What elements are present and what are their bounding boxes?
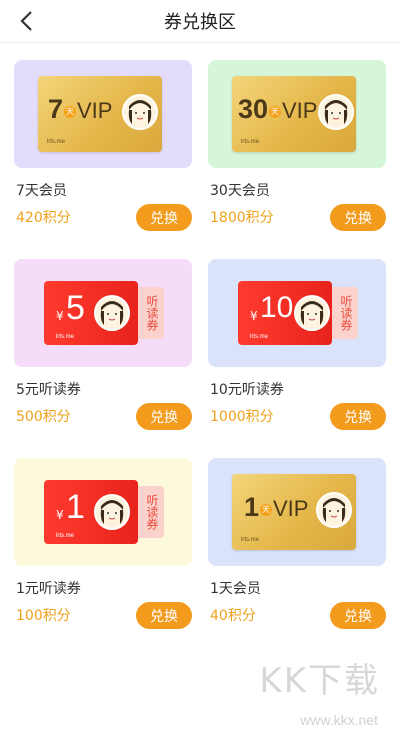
voucher-name: 30天会员 bbox=[210, 183, 270, 199]
voucher-name: 1元听读券 bbox=[16, 581, 81, 597]
vip-days-value: 7 bbox=[48, 94, 64, 124]
voucher-card-background: 听读券 ¥ 10 lrts.me bbox=[208, 259, 386, 367]
watermark-url: www.kkx.net bbox=[300, 712, 378, 728]
redeem-button[interactable]: 兑换 bbox=[136, 204, 192, 231]
avatar-icon bbox=[94, 494, 130, 530]
avatar-icon bbox=[122, 94, 158, 130]
vip-days-value: 30 bbox=[238, 94, 269, 124]
voucher-card[interactable]: 听读券 ¥ 5 lrts.me 5元听读券 500积分 兑换 bbox=[14, 259, 192, 430]
voucher-card[interactable]: 听读券 ¥ 1 lrts.me 1元听读券 100积分 兑换 bbox=[14, 458, 192, 629]
voucher-card-background: 听读券 ¥ 1 lrts.me bbox=[14, 458, 192, 566]
coupon-url-text: lrts.me bbox=[56, 334, 74, 340]
page-title: 券兑换区 bbox=[164, 12, 236, 33]
voucher-points: 420积分 bbox=[16, 210, 71, 226]
voucher-name: 7天会员 bbox=[16, 183, 67, 199]
avatar-icon bbox=[318, 94, 354, 130]
yen-symbol: ¥ bbox=[250, 309, 258, 323]
voucher-card[interactable]: 7 天 VIP lrts.me 7天会员 420积分 兑换 bbox=[14, 60, 192, 231]
coupon-image: 听读券 ¥ 5 lrts.me bbox=[44, 281, 166, 345]
tian-badge: 天 bbox=[64, 106, 76, 118]
coupon-body: ¥ 1 lrts.me bbox=[44, 480, 138, 544]
coupon-value: 10 bbox=[260, 291, 294, 324]
avatar-icon bbox=[316, 492, 352, 528]
coupon-image: 听读券 ¥ 10 lrts.me bbox=[238, 281, 360, 345]
vip-label: VIP bbox=[282, 98, 318, 123]
coupon-url-text: lrts.me bbox=[250, 334, 268, 340]
coupon-url-text: lrts.me bbox=[56, 533, 74, 539]
voucher-name: 5元听读券 bbox=[16, 382, 81, 398]
vip-url-text: lrts.me bbox=[47, 139, 65, 145]
voucher-points: 500积分 bbox=[16, 409, 71, 425]
avatar-icon bbox=[94, 295, 130, 331]
vip-label: VIP bbox=[77, 98, 113, 123]
voucher-card[interactable]: 1 天 VIP lrts.me 1天会员 40积分 兑换 bbox=[208, 458, 386, 629]
voucher-name: 1天会员 bbox=[210, 581, 261, 597]
vip-label: VIP bbox=[273, 496, 309, 521]
redeem-button[interactable]: 兑换 bbox=[330, 403, 386, 430]
vip-days-value: 1 bbox=[244, 492, 260, 522]
watermark-logo: KK下载 bbox=[259, 661, 380, 701]
coupon-value: 1 bbox=[66, 488, 85, 526]
voucher-points: 1000积分 bbox=[210, 409, 274, 425]
voucher-points: 100积分 bbox=[16, 608, 71, 624]
voucher-card-background: 听读券 ¥ 5 lrts.me bbox=[14, 259, 192, 367]
voucher-card[interactable]: 听读券 ¥ 10 lrts.me 10元听读券 1000积分 兑换 bbox=[208, 259, 386, 430]
redeem-button[interactable]: 兑换 bbox=[136, 602, 192, 629]
voucher-card-background: 30 天 VIP lrts.me bbox=[208, 60, 386, 168]
header-bar: 券兑换区 bbox=[0, 0, 400, 43]
coupon-body: ¥ 5 lrts.me bbox=[44, 281, 138, 345]
redeem-button[interactable]: 兑换 bbox=[136, 403, 192, 430]
vip-card-image: 7 天 VIP lrts.me bbox=[38, 76, 162, 152]
coupon-stub-label: 听读券 bbox=[145, 295, 159, 331]
vip-card-image: 1 天 VIP lrts.me bbox=[232, 474, 356, 550]
coupon-stub-label: 听读券 bbox=[339, 295, 353, 331]
tian-badge: 天 bbox=[260, 504, 272, 516]
vip-card-image: 30 天 VIP lrts.me bbox=[232, 76, 356, 152]
tian-badge: 天 bbox=[269, 106, 281, 118]
voucher-card-background: 7 天 VIP lrts.me bbox=[14, 60, 192, 168]
coupon-stub-label: 听读券 bbox=[145, 494, 159, 530]
yen-symbol: ¥ bbox=[56, 508, 64, 522]
coupon-value: 5 bbox=[66, 289, 85, 327]
vip-url-text: lrts.me bbox=[241, 139, 259, 145]
voucher-points: 1800积分 bbox=[210, 210, 274, 226]
yen-symbol: ¥ bbox=[56, 309, 64, 323]
avatar-icon bbox=[294, 295, 330, 331]
redeem-button[interactable]: 兑换 bbox=[330, 602, 386, 629]
voucher-card[interactable]: 30 天 VIP lrts.me 30天会员 1800积分 兑换 bbox=[208, 60, 386, 231]
redeem-button[interactable]: 兑换 bbox=[330, 204, 386, 231]
voucher-points: 40积分 bbox=[210, 608, 256, 624]
coupon-image: 听读券 ¥ 1 lrts.me bbox=[44, 480, 166, 544]
voucher-card-background: 1 天 VIP lrts.me bbox=[208, 458, 386, 566]
coupon-body: ¥ 10 lrts.me bbox=[238, 281, 332, 345]
voucher-name: 10元听读券 bbox=[210, 382, 284, 398]
vip-url-text: lrts.me bbox=[241, 537, 259, 543]
